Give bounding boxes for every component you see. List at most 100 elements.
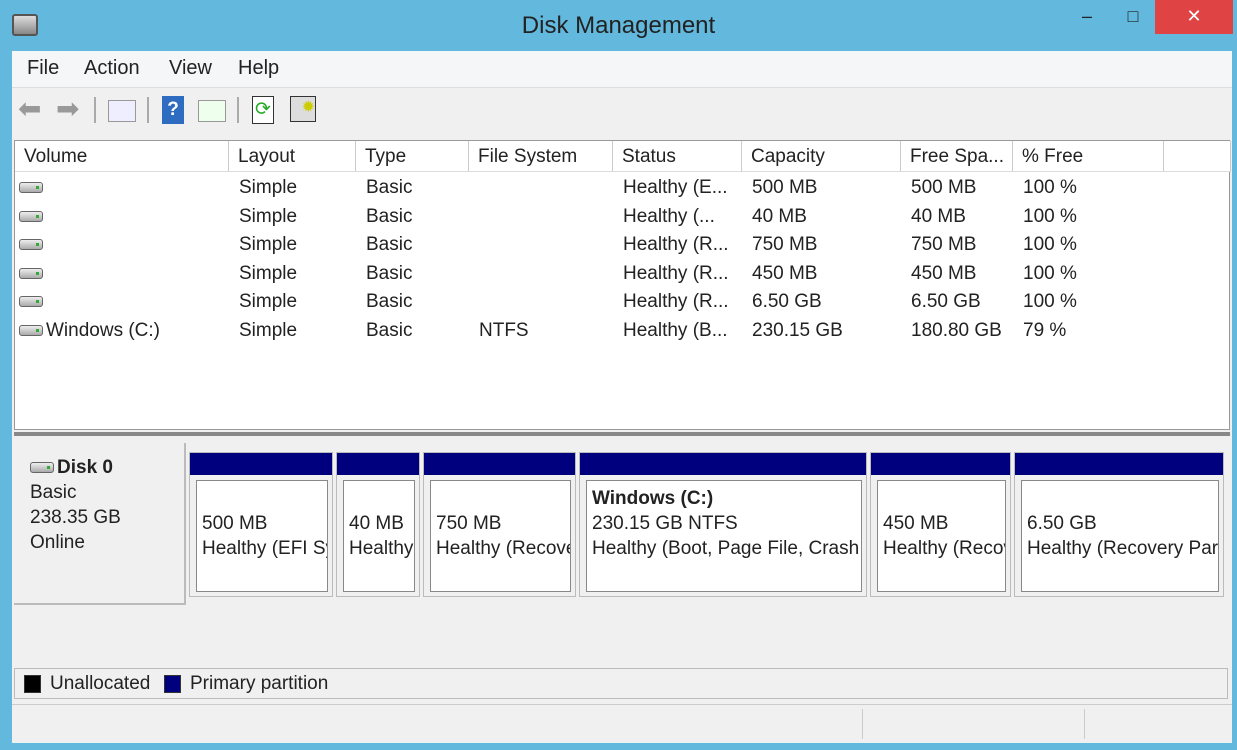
column-header-capacity[interactable]: Capacity [742, 141, 901, 172]
cell-text: 500 MB [752, 177, 818, 198]
column-header-free-space[interactable]: Free Spa... [901, 141, 1013, 172]
table-cell-layout: Simple [229, 174, 356, 202]
cell-text: 6.50 GB [752, 291, 822, 312]
cell-text: Simple [239, 262, 298, 284]
partition-2[interactable]: 750 MB Healthy (Recovery Partition) [423, 452, 576, 597]
help-icon[interactable]: ? [162, 96, 184, 124]
column-header-volume[interactable]: Volume [15, 141, 229, 172]
title-bar: Disk Management [0, 0, 1237, 50]
column-header-status[interactable]: Status [613, 141, 742, 172]
pane-splitter[interactable] [14, 432, 1230, 436]
table-cell-status: Healthy (R... [613, 231, 742, 259]
legend-swatch-unallocated [24, 675, 41, 693]
partition-size: 230.15 GB NTFS [592, 513, 738, 534]
table-cell-free-spa: 750 MB [901, 231, 1013, 259]
close-button[interactable]: ✕ [1155, 0, 1233, 34]
table-row[interactable]: Simple Basic Healthy (R... 750 MB 750 MB 100 … [15, 231, 1229, 259]
show-hide-action-pane-icon[interactable] [198, 100, 226, 122]
partition-title: Windows (C:) [592, 488, 714, 509]
volume-icon [19, 210, 43, 222]
table-row[interactable]: Simple Basic Healthy (E... 500 MB 500 MB 100 … [15, 174, 1229, 202]
cell-text: Basic [366, 291, 413, 312]
column-header-layout[interactable]: Layout [229, 141, 356, 172]
minimize-button[interactable]: – [1064, 0, 1110, 34]
menu-file[interactable]: File [27, 57, 59, 80]
maximize-button[interactable]: □ [1110, 0, 1156, 34]
menu-view[interactable]: View [169, 57, 212, 80]
primary-partition-bar [871, 453, 1010, 475]
column-header-file-system[interactable]: File System [469, 141, 613, 172]
table-row[interactable]: Simple Basic Healthy (R... 6.50 GB 6.50 GB 10… [15, 288, 1229, 316]
table-cell-type: Basic [356, 231, 469, 259]
cell-text: 40 MB [911, 205, 966, 227]
partition-5[interactable]: 6.50 GB Healthy (Recovery Partition) [1014, 452, 1224, 597]
cell-text: Healthy (B... [623, 319, 728, 341]
cell-text: 100 % [1023, 234, 1077, 255]
cell-text: Simple [239, 177, 298, 198]
properties-icon[interactable]: ✹ [290, 96, 316, 122]
menu-help[interactable]: Help [238, 57, 279, 80]
partition-details: 40 MB Healthy (OEM Partition) [343, 480, 415, 592]
table-cell-volume [15, 231, 229, 259]
cell-text: Basic [366, 177, 413, 198]
column-header-type[interactable]: Type [356, 141, 469, 172]
refresh-icon[interactable]: ⟳ [252, 96, 274, 124]
cell-text: Basic [366, 262, 413, 284]
status-divider [862, 709, 863, 739]
partition-title [202, 486, 327, 511]
table-cell-layout: Simple [229, 203, 356, 231]
partition-details: 500 MB Healthy (EFI System Partition) [196, 480, 328, 592]
table-row[interactable]: Simple Basic Healthy (... 40 MB 40 MB 100 % [15, 203, 1229, 231]
cell-text: Windows (C:) [46, 319, 161, 341]
table-cell-layout: Simple [229, 317, 356, 345]
menu-action[interactable]: Action [84, 57, 140, 80]
partition-status: Healthy (Boot, Page File, Crash Dump, Pr… [592, 538, 861, 559]
table-cell-capacity: 450 MB [742, 260, 901, 288]
partition-status: Healthy (Recovery Partition) [1027, 538, 1219, 559]
partition-details: Windows (C:) 230.15 GB NTFS Healthy (Boo… [586, 480, 862, 592]
cell-text: Healthy (E... [623, 177, 728, 198]
table-row[interactable]: Simple Basic Healthy (R... 450 MB 450 MB 100 … [15, 260, 1229, 288]
partition-size: 500 MB [202, 513, 268, 534]
table-row[interactable]: Windows (C:) Simple Basic NTFS Healthy (B...… [15, 317, 1229, 345]
show-hide-console-tree-icon[interactable] [108, 100, 136, 122]
partition-status: Healthy (Recovery Partition) [883, 538, 1005, 559]
column-header-filler [1164, 141, 1231, 172]
partition-details: 450 MB Healthy (Recovery Partition) [877, 480, 1006, 592]
cell-text: 750 MB [752, 234, 818, 255]
status-divider [1084, 709, 1085, 739]
partition-3[interactable]: Windows (C:) 230.15 GB NTFS Healthy (Boo… [579, 452, 867, 597]
table-cell--free: 100 % [1013, 174, 1164, 202]
table-cell--free: 100 % [1013, 203, 1164, 231]
legend-label-primary: Primary partition [190, 673, 329, 694]
partition-details: 750 MB Healthy (Recovery Partition) [430, 480, 571, 592]
table-cell-free-spa: 450 MB [901, 260, 1013, 288]
legend: Unallocated Primary partition [14, 668, 1228, 699]
app-icon[interactable] [12, 14, 38, 36]
column-header-percent-free[interactable]: % Free [1013, 141, 1164, 172]
table-cell-free-spa: 40 MB [901, 203, 1013, 231]
cell-text: Healthy (R... [623, 291, 729, 312]
table-cell-capacity: 750 MB [742, 231, 901, 259]
table-cell--free: 100 % [1013, 231, 1164, 259]
partition-1[interactable]: 40 MB Healthy (OEM Partition) [336, 452, 420, 597]
legend-label-unallocated: Unallocated [50, 673, 151, 694]
table-cell-layout: Simple [229, 260, 356, 288]
table-cell-volume [15, 288, 229, 316]
cell-text: Basic [366, 319, 413, 341]
table-cell-file-system [469, 203, 613, 231]
status-bar [12, 704, 1232, 742]
disk-0-label[interactable]: Disk 0 Basic 238.35 GB Online [14, 443, 186, 605]
partition-title [1027, 486, 1218, 511]
menu-bar: File Action View Help [12, 51, 1232, 88]
disk-type: Basic [30, 482, 77, 503]
table-cell-free-spa: 180.80 GB [901, 317, 1013, 345]
partition-4[interactable]: 450 MB Healthy (Recovery Partition) [870, 452, 1011, 597]
back-icon[interactable]: ⬅ [18, 95, 48, 125]
partition-0[interactable]: 500 MB Healthy (EFI System Partition) [189, 452, 333, 597]
cell-text: 230.15 GB [752, 319, 843, 341]
forward-icon[interactable]: ➡ [56, 95, 86, 125]
cell-text: 6.50 GB [911, 291, 981, 312]
primary-partition-bar [1015, 453, 1223, 475]
partition-status: Healthy (EFI System Partition) [202, 538, 327, 559]
